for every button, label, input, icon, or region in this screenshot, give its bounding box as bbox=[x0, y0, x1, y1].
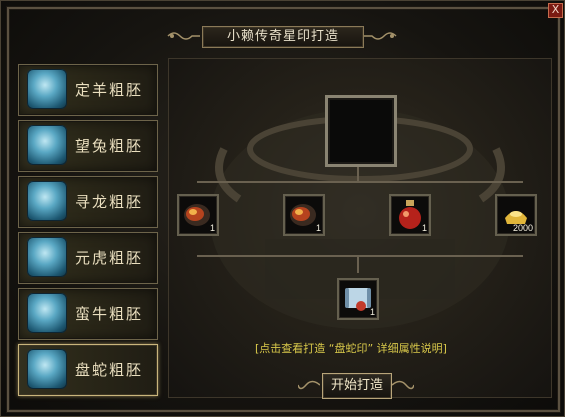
material-quantity: 1 bbox=[421, 223, 427, 233]
connector-line bbox=[197, 181, 523, 183]
recipe-label: 定羊粗胚 bbox=[75, 81, 144, 99]
material-slot[interactable]: 2000 bbox=[495, 194, 537, 236]
recipe-item-ox[interactable]: 蛮牛粗胚 bbox=[18, 288, 158, 340]
title-ornament-left-icon bbox=[167, 32, 200, 40]
recipe-list: 定羊粗胚 望兔粗胚 寻龙粗胚 元虎粗胚 蛮牛粗胚 盘蛇粗胚 bbox=[14, 60, 160, 400]
close-button[interactable]: X bbox=[548, 3, 563, 18]
connector-line bbox=[197, 255, 523, 257]
rabbit-emblem-icon bbox=[27, 125, 67, 165]
title-bar: 小赖传奇星印打造 bbox=[166, 24, 398, 50]
button-ornament-left-icon bbox=[298, 380, 320, 390]
recipe-label: 望兔粗胚 bbox=[75, 137, 144, 155]
result-quantity: 1 bbox=[369, 307, 375, 317]
detail-link[interactable]: [点击查看打造 “盘蛇印” 详细属性说明] bbox=[255, 340, 447, 356]
sheep-emblem-icon bbox=[27, 69, 67, 109]
recipe-item-dragon[interactable]: 寻龙粗胚 bbox=[18, 176, 158, 228]
crafting-area: 1 1 1 2000 1 [点击查看打造 “盘蛇印” 详细属性说明] bbox=[168, 58, 552, 398]
tiger-emblem-icon bbox=[27, 237, 67, 277]
snake-emblem-icon bbox=[27, 349, 67, 389]
start-craft-button[interactable]: 开始打造 bbox=[322, 373, 392, 399]
material-quantity: 2000 bbox=[512, 223, 533, 233]
window-title: 小赖传奇星印打造 bbox=[202, 26, 364, 48]
material-quantity: 1 bbox=[209, 223, 215, 233]
material-slot[interactable]: 1 bbox=[177, 194, 219, 236]
recipe-label: 寻龙粗胚 bbox=[75, 193, 144, 211]
recipe-label: 盘蛇粗胚 bbox=[75, 361, 144, 379]
button-ornament-right-icon bbox=[392, 380, 414, 390]
recipe-item-sheep[interactable]: 定羊粗胚 bbox=[18, 64, 158, 116]
recipe-item-tiger[interactable]: 元虎粗胚 bbox=[18, 232, 158, 284]
recipe-item-snake[interactable]: 盘蛇粗胚 bbox=[18, 344, 158, 396]
result-slot[interactable]: 1 bbox=[337, 278, 379, 320]
target-item-slot[interactable] bbox=[325, 95, 397, 167]
material-slot[interactable]: 1 bbox=[283, 194, 325, 236]
connector-line bbox=[357, 257, 359, 273]
recipe-item-rabbit[interactable]: 望兔粗胚 bbox=[18, 120, 158, 172]
title-ornament-right-icon bbox=[364, 32, 397, 40]
material-slot[interactable]: 1 bbox=[389, 194, 431, 236]
ox-emblem-icon bbox=[27, 293, 67, 333]
material-quantity: 1 bbox=[315, 223, 321, 233]
recipe-label: 蛮牛粗胚 bbox=[75, 305, 144, 323]
dragon-emblem-icon bbox=[27, 181, 67, 221]
recipe-label: 元虎粗胚 bbox=[75, 249, 144, 267]
